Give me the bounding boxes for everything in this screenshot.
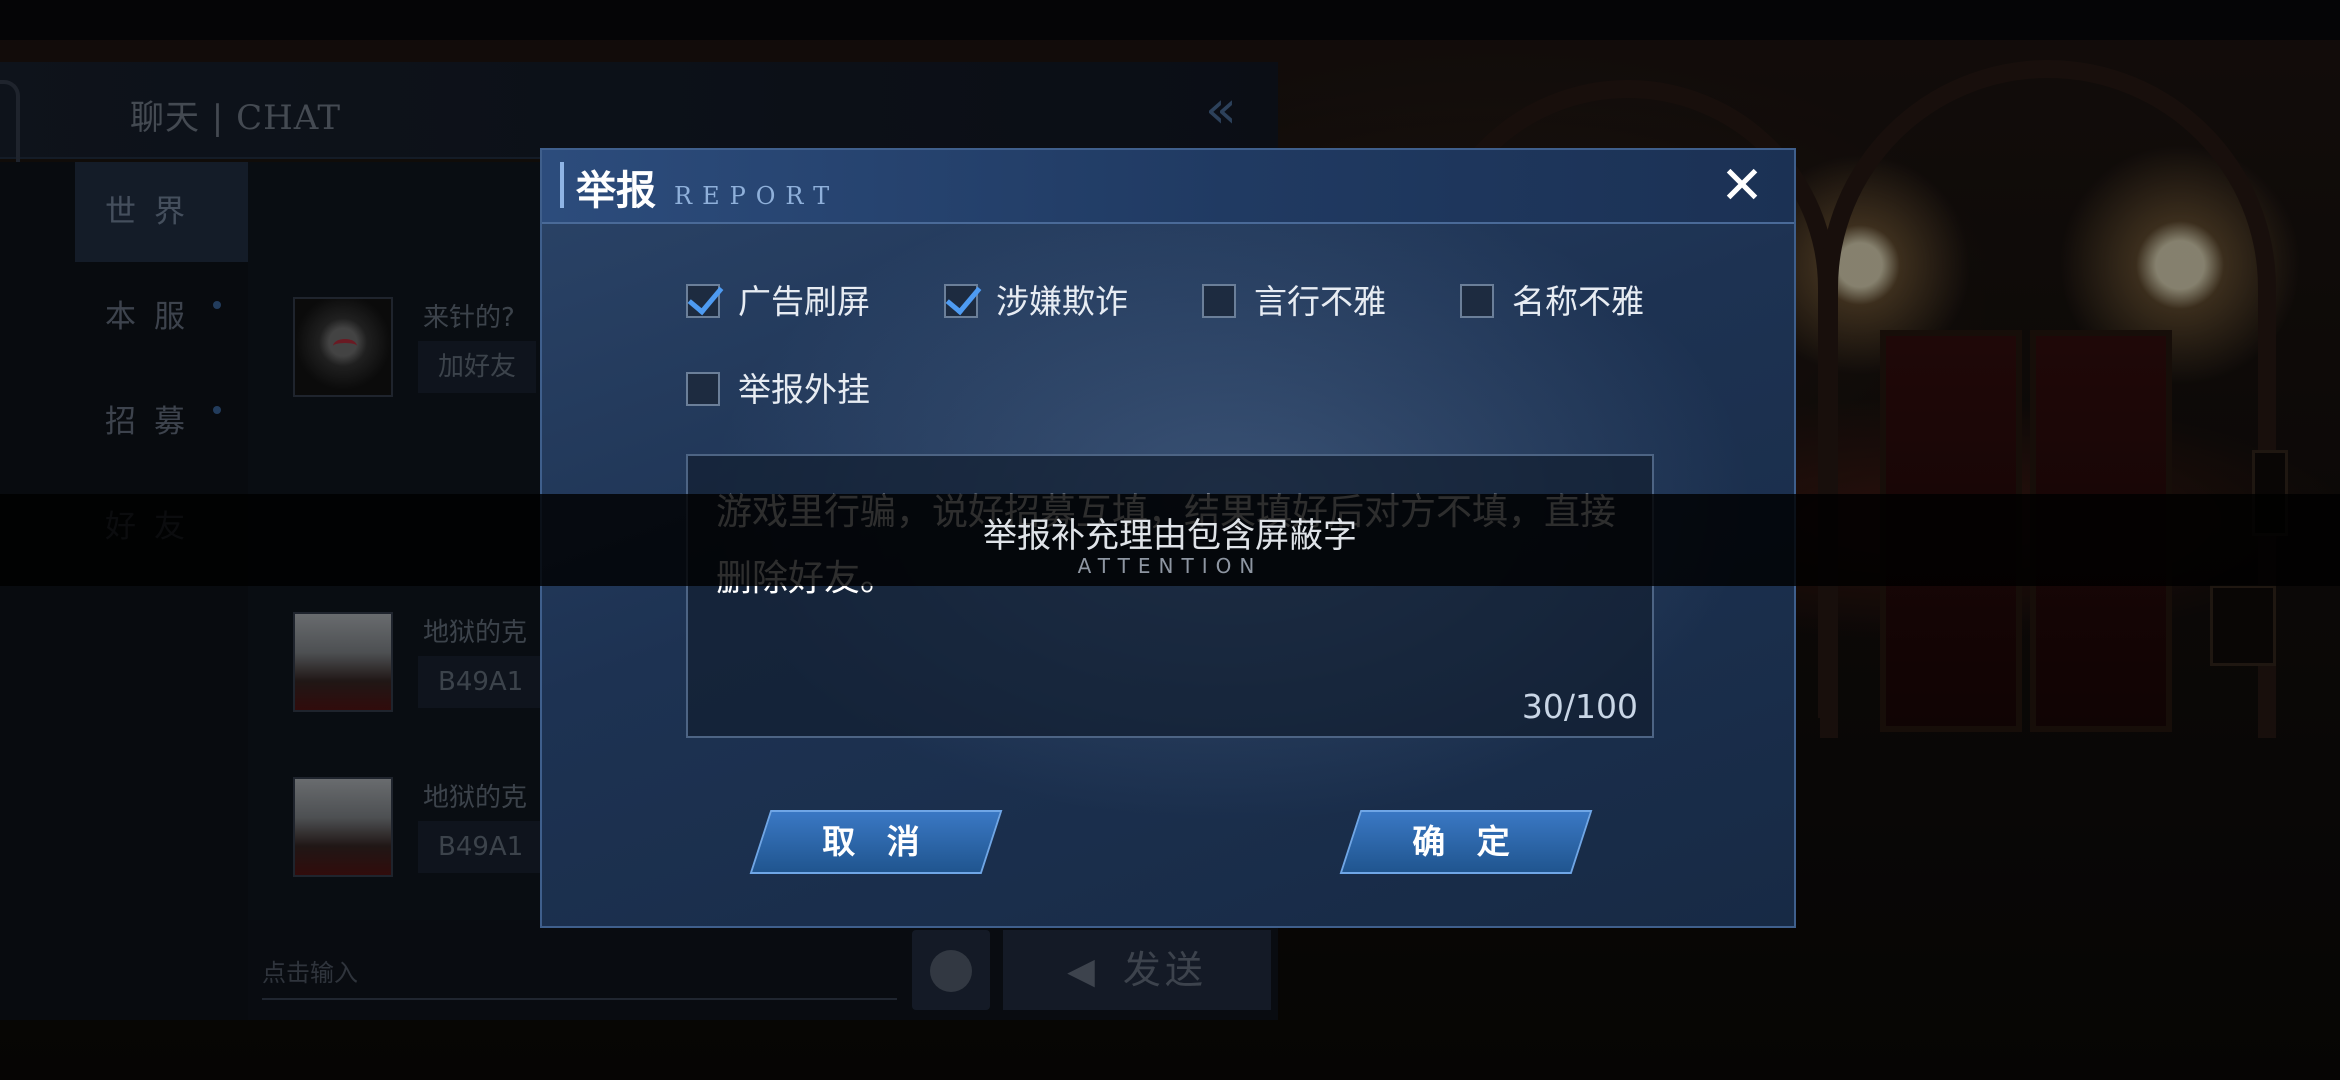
report-dialog-subtitle: REPORT <box>674 182 840 210</box>
close-icon[interactable]: ✕ <box>1712 156 1772 216</box>
checkbox-checked-icon[interactable] <box>686 284 720 318</box>
report-option-label: 广告刷屏 <box>738 282 870 321</box>
confirm-label: 确 定 <box>1412 822 1520 861</box>
report-option-label: 名称不雅 <box>1512 282 1644 321</box>
checkbox-icon[interactable] <box>686 372 720 406</box>
checkbox-icon[interactable] <box>1460 284 1494 318</box>
title-accent-bar <box>560 162 564 208</box>
report-option-label: 举报外挂 <box>738 370 870 409</box>
report-option-label: 言行不雅 <box>1254 282 1386 321</box>
report-dialog-title: 举报 <box>576 167 656 214</box>
character-counter: 30/100 <box>1521 687 1638 726</box>
cancel-button[interactable]: 取 消 <box>749 810 1003 874</box>
toast-subtitle: ATTENTION <box>1077 554 1263 578</box>
checkbox-checked-icon[interactable] <box>944 284 978 318</box>
cancel-label: 取 消 <box>822 822 930 861</box>
checkbox-icon[interactable] <box>1202 284 1236 318</box>
report-dialog-header: 举报 REPORT ✕ <box>542 150 1794 224</box>
attention-toast: 举报补充理由包含屏蔽字 ATTENTION <box>0 494 2340 586</box>
toast-message: 举报补充理由包含屏蔽字 <box>983 516 1357 556</box>
confirm-button[interactable]: 确 定 <box>1339 810 1593 874</box>
report-option-label: 涉嫌欺诈 <box>996 282 1128 321</box>
